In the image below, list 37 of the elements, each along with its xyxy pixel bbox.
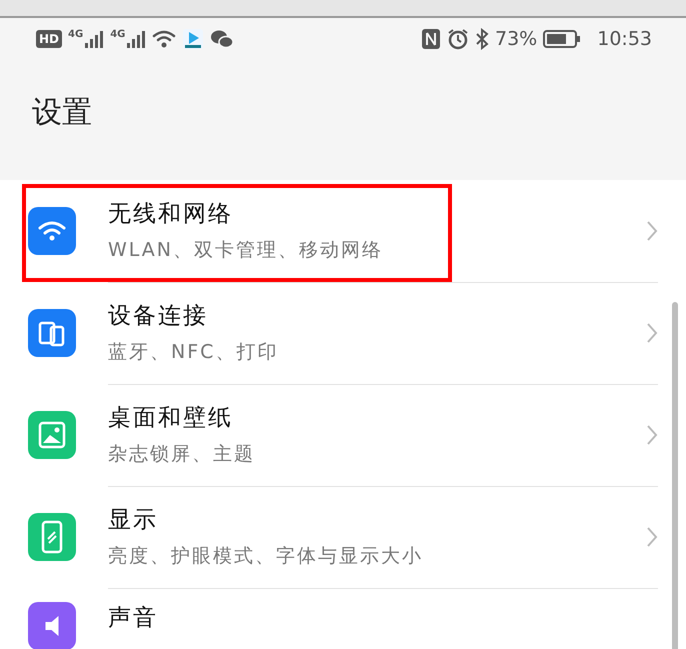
clock-time: 10:53: [597, 28, 652, 50]
video-app-icon: [182, 28, 204, 50]
picture-frame-icon: [37, 420, 67, 450]
chevron-icon: [646, 322, 658, 344]
item-title: 无线和网络: [108, 200, 234, 229]
phone-icon: [40, 520, 64, 554]
alarm-icon: [447, 28, 469, 50]
bluetooth-icon: [475, 28, 489, 50]
network-type: 4G: [110, 29, 126, 40]
hd-badge: HD: [36, 30, 62, 48]
item-title: 桌面和壁纸: [108, 404, 234, 433]
chat-icon: [210, 29, 234, 49]
item-subtitle: WLAN、双卡管理、移动网络: [108, 238, 384, 263]
chevron-icon: [646, 424, 658, 446]
wifi-icon: [152, 29, 176, 49]
chevron-icon: [646, 220, 658, 242]
wifi-icon: [37, 219, 67, 243]
battery-percent: 73%: [495, 28, 538, 50]
page-title: 设置: [32, 94, 92, 132]
item-title: 显示: [108, 506, 159, 535]
signal-icon: [126, 29, 146, 49]
battery-icon: [543, 29, 582, 49]
settings-item[interactable]: 设备连接 蓝牙、NFC、打印: [0, 282, 686, 384]
settings-item[interactable]: 声音: [0, 588, 686, 649]
chevron-icon: [646, 526, 658, 548]
item-subtitle: 蓝牙、NFC、打印: [108, 340, 280, 365]
settings-item[interactable]: 桌面和壁纸 杂志锁屏、主题: [0, 384, 686, 486]
settings-item[interactable]: 无线和网络 WLAN、双卡管理、移动网络: [0, 180, 686, 282]
signal-icon: [84, 29, 104, 49]
nfc-icon: [421, 28, 441, 50]
item-subtitle: 亮度、护眼模式、字体与显示大小: [108, 544, 424, 569]
item-title: 设备连接: [108, 302, 209, 331]
item-title: 声音: [108, 604, 159, 633]
settings-item[interactable]: 显示 亮度、护眼模式、字体与显示大小: [0, 486, 686, 588]
speaker-icon: [45, 616, 59, 636]
network-type: 4G: [68, 29, 84, 40]
item-subtitle: 杂志锁屏、主题: [108, 442, 256, 467]
